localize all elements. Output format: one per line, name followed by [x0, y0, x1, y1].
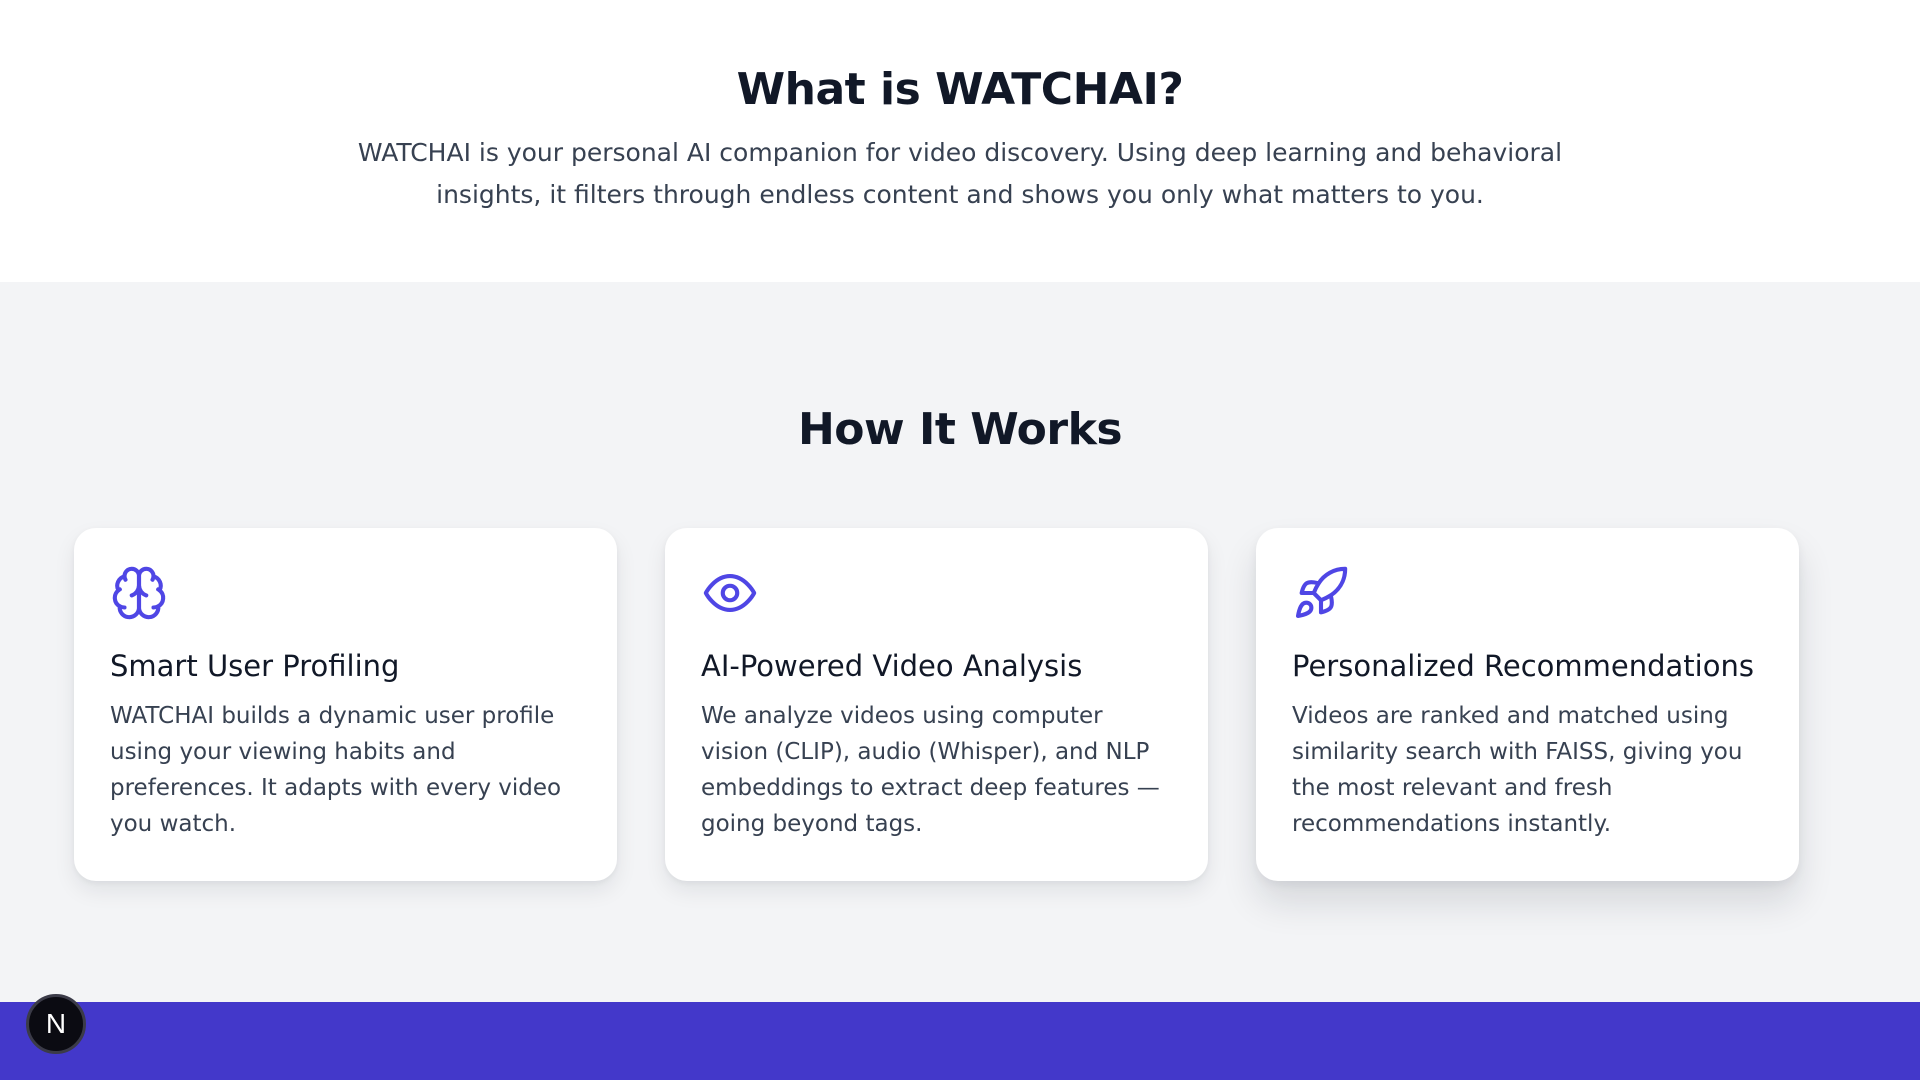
about-title: What is WATCHAI?: [736, 64, 1184, 115]
about-description: WATCHAI is your personal AI companion fo…: [357, 138, 1563, 209]
feature-card-title: Personalized Recommendations: [1292, 649, 1754, 683]
how-it-works-section: How It Works Smart User Profiling WATCHA…: [0, 282, 1920, 1002]
brain-icon: [110, 564, 168, 622]
rocket-icon: [1292, 564, 1350, 622]
feature-card-text: Videos are ranked and matched using simi…: [1292, 703, 1743, 837]
feature-card-text: We analyze videos using computer vision …: [701, 703, 1160, 837]
eye-icon: [701, 564, 759, 622]
feature-card-recommendations: Personalized Recommendations Videos are …: [1256, 528, 1799, 881]
nextjs-dev-badge[interactable]: N: [26, 994, 86, 1054]
feature-card-profiling: Smart User Profiling WATCHAI builds a dy…: [74, 528, 617, 881]
cta-band: N: [0, 994, 1920, 1080]
about-section: What is WATCHAI? WATCHAI is your persona…: [0, 0, 1920, 282]
feature-cards: Smart User Profiling WATCHAI builds a dy…: [74, 528, 1846, 881]
how-it-works-title: How It Works: [797, 404, 1123, 455]
feature-card-text: WATCHAI builds a dynamic user profile us…: [110, 703, 562, 837]
feature-card-analysis: AI-Powered Video Analysis We analyze vid…: [665, 528, 1208, 881]
feature-card-title: AI-Powered Video Analysis: [701, 649, 1083, 683]
feature-card-title: Smart User Profiling: [110, 649, 400, 683]
